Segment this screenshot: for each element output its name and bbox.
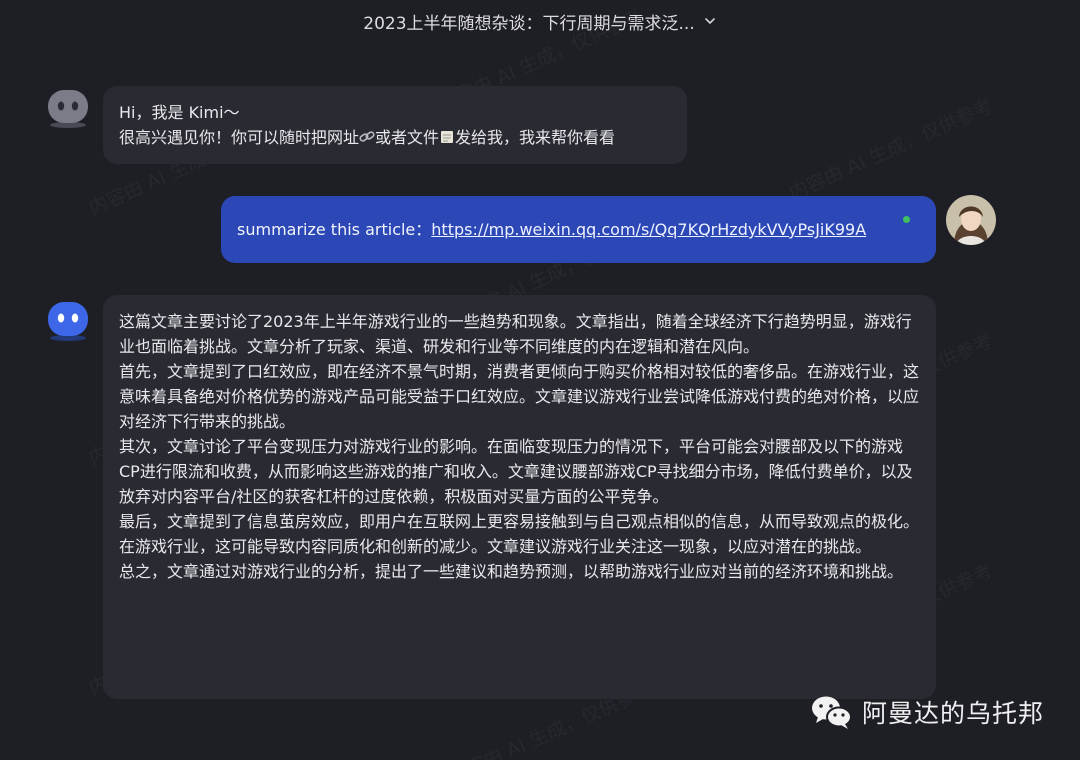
summary-paragraph: 这篇文章主要讨论了2023年上半年游戏行业的一些趋势和现象。文章指出，随着全球经… <box>119 312 912 356</box>
summary-paragraph: 其次，文章讨论了平台变现压力对游戏行业的影响。在面临变现压力的情况下，平台可能会… <box>119 437 913 506</box>
wechat-icon <box>811 696 852 729</box>
assistant-greeting-bubble: Hi，我是 Kimi～ 很高兴遇见你！你可以随时把网址 或者文件 发给我，我来帮你看… <box>103 86 687 164</box>
user-portrait-icon <box>946 195 996 245</box>
summary-paragraph: 首先，文章提到了口红效应，即在经济不景气时期，消费者更倾向于购买价格相对较低的奢… <box>119 362 920 431</box>
online-status-dot <box>903 216 910 223</box>
conversation-title-dropdown[interactable]: 2023上半年随想杂谈：下行周期与需求泛... <box>0 8 1080 34</box>
brand-watermark: 阿曼达的乌托邦 <box>810 694 1044 730</box>
user-message-prefix: summarize this article： <box>237 220 432 239</box>
kimi-avatar-icon <box>48 302 88 341</box>
user-message-bubble: summarize this article：https://mp.weixin… <box>221 196 936 263</box>
assistant-summary-bubble: 这篇文章主要讨论了2023年上半年游戏行业的一些趋势和现象。文章指出，随着全球经… <box>103 295 936 699</box>
conversation-title: 2023上半年随想杂谈：下行周期与需求泛... <box>363 13 695 34</box>
user-avatar[interactable] <box>946 195 996 245</box>
kimi-avatar-icon <box>48 90 88 128</box>
summary-paragraph: 总之，文章通过对游戏行业的分析，提出了一些建议和趋势预测，以帮助游戏行业应对当前… <box>119 562 904 581</box>
summary-paragraph: 最后，文章提到了信息茧房效应，即用户在互联网上更容易接触到与自己观点相似的信息，… <box>119 512 920 556</box>
greeting-line-2: 很高兴遇见你！你可以随时把网址 或者文件 发给我，我来帮你看看 <box>119 128 616 147</box>
greeting-line-1: Hi，我是 Kimi～ <box>119 103 240 122</box>
article-link[interactable]: https://mp.weixin.qq.com/s/Qq7KQrHzdykVV… <box>431 220 866 239</box>
watermark-text: 内容由 AI 生成，仅供参考 <box>784 91 997 205</box>
chevron-down-icon <box>704 18 715 24</box>
brand-name: 阿曼达的乌托邦 <box>861 699 1044 728</box>
document-icon <box>441 131 454 143</box>
link-icon <box>359 131 375 142</box>
